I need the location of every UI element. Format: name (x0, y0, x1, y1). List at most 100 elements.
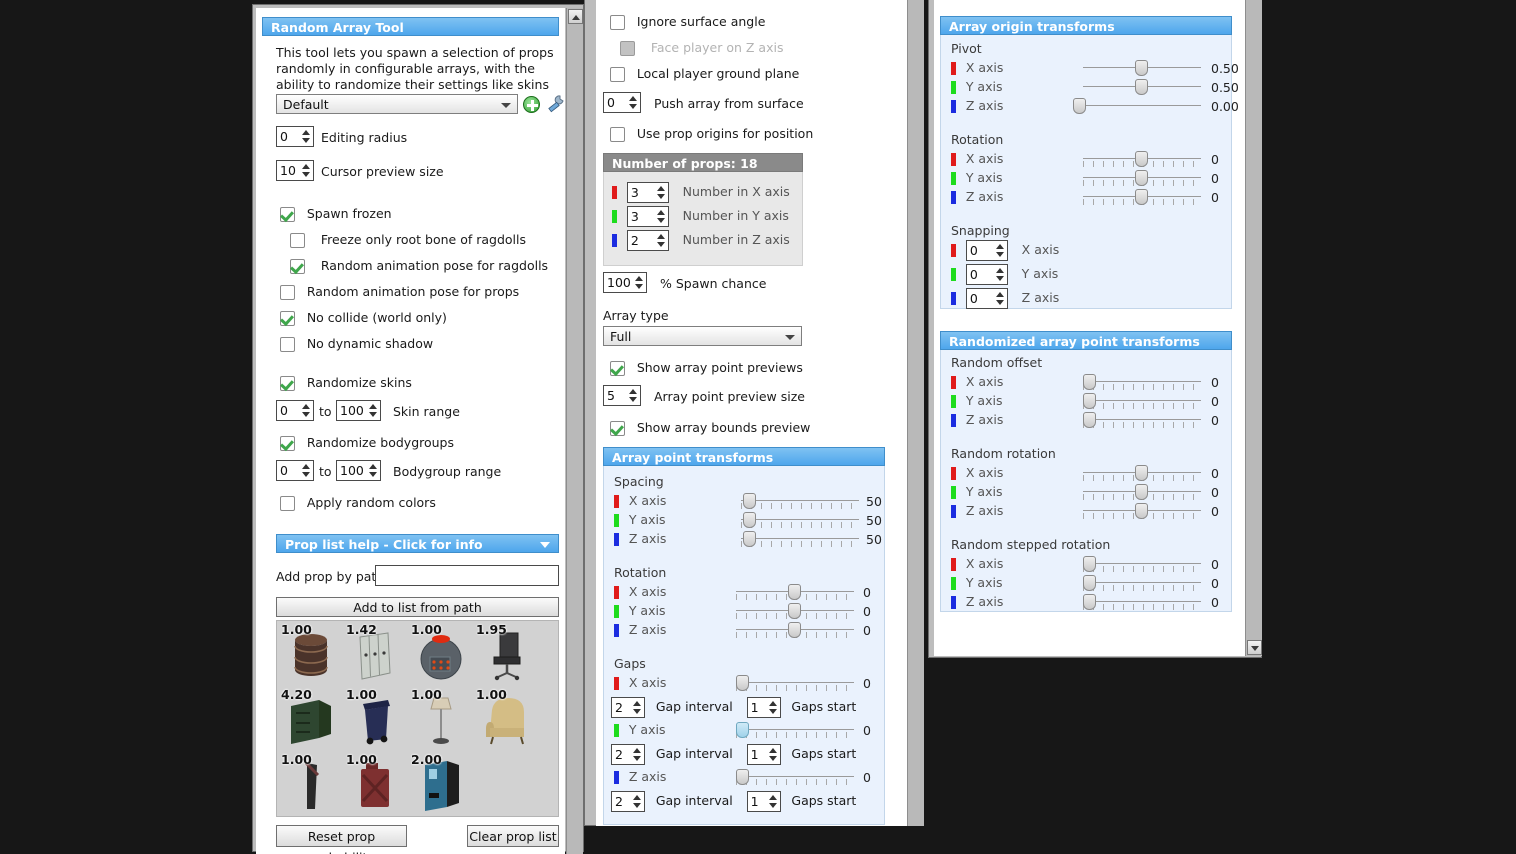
checkbox-local-player-ground-plane[interactable]: Local player ground plane (610, 66, 799, 82)
prop-item-8[interactable]: 1.00 (279, 752, 341, 815)
snapping-z-stepper[interactable]: 0 (965, 288, 1008, 309)
gaps-z-start-stepper[interactable]: 1 (746, 791, 781, 812)
prop-item-4[interactable]: 4.20 (279, 687, 341, 750)
slider-knob[interactable] (1134, 503, 1148, 519)
scroll-down-button[interactable] (1247, 640, 1262, 655)
clear-prop-list-button[interactable]: Clear prop list (467, 825, 559, 847)
stepper-down-icon[interactable] (302, 472, 310, 477)
stepper-up-icon[interactable] (302, 404, 310, 409)
stepper-down-icon[interactable] (633, 709, 641, 714)
slider-knob[interactable] (1073, 98, 1086, 114)
bodygroup-range-to[interactable]: 100 (336, 460, 381, 481)
stepper-down-icon[interactable] (768, 803, 777, 808)
checkbox-freeze-root-bone[interactable]: Freeze only root bone of ragdolls (290, 232, 526, 248)
slider-knob[interactable] (787, 622, 801, 638)
slider-knob[interactable] (1134, 189, 1148, 205)
stepper-up-icon[interactable] (302, 464, 310, 469)
reset-prop-probability-button[interactable]: Reset prop probability (276, 825, 407, 854)
slider-knob[interactable] (1083, 594, 1096, 610)
checkbox-box[interactable] (290, 259, 305, 274)
slider-knob[interactable] (1083, 374, 1096, 390)
prop-item-3[interactable]: 1.95 (474, 622, 536, 685)
stepper-down-icon[interactable] (995, 252, 1004, 257)
spacing-y-slider[interactable] (741, 512, 859, 530)
stepper-down-icon[interactable] (302, 412, 310, 417)
prop-item-5[interactable]: 1.00 (344, 687, 406, 750)
stepper-down-icon[interactable] (633, 803, 641, 808)
random-rotation-z-slider[interactable] (1083, 503, 1201, 521)
number-z-stepper[interactable]: 2 (626, 230, 669, 251)
prop-item-0[interactable]: 1.00 (279, 622, 341, 685)
checkbox-box[interactable] (290, 233, 305, 248)
slider-knob[interactable] (1134, 151, 1148, 167)
checkbox-box[interactable] (280, 207, 295, 222)
spacing-x-slider[interactable] (741, 493, 859, 511)
snapping-y-stepper[interactable]: 0 (965, 264, 1008, 285)
prop-item-2[interactable]: 1.00 (409, 622, 471, 685)
number-y-stepper[interactable]: 3 (626, 206, 669, 227)
edit-preset-icon[interactable] (546, 94, 565, 114)
stepper-up-icon[interactable] (369, 464, 377, 469)
stepper-up-icon[interactable] (995, 244, 1004, 249)
slider-knob[interactable] (743, 493, 757, 509)
slider-knob[interactable] (787, 603, 801, 619)
random-stepped-z-slider[interactable] (1083, 594, 1201, 612)
stepper-up-icon[interactable] (995, 268, 1004, 273)
checkbox-show-bounds-preview[interactable]: Show array bounds preview (610, 420, 810, 436)
push-array-stepper[interactable]: 0 (603, 92, 641, 113)
stepper-up-icon[interactable] (369, 404, 377, 409)
slider-knob[interactable] (1134, 170, 1148, 186)
gaps-y-start-stepper[interactable]: 1 (746, 744, 781, 765)
stepper-up-icon[interactable] (302, 130, 310, 135)
stepper-up-icon[interactable] (629, 96, 637, 101)
skin-range-to[interactable]: 100 (336, 400, 381, 421)
gaps-z-interval-stepper[interactable]: 2 (611, 791, 645, 812)
middle-panel-scrollbar[interactable] (907, 0, 924, 826)
gaps-y-interval-stepper[interactable]: 2 (611, 744, 645, 765)
stepper-down-icon[interactable] (302, 138, 310, 143)
checkbox-box[interactable] (280, 337, 295, 352)
random-offset-z-slider[interactable] (1083, 412, 1201, 430)
prop-list-help-header[interactable]: Prop list help - Click for info (276, 534, 559, 553)
gaps-x-interval-stepper[interactable]: 2 (611, 697, 645, 718)
gaps-x-slider[interactable] (736, 675, 854, 693)
stepper-up-icon[interactable] (633, 748, 641, 753)
origin-rotation-y-slider[interactable] (1083, 170, 1201, 188)
stepper-up-icon[interactable] (656, 186, 665, 191)
scroll-up-button[interactable] (568, 9, 583, 24)
prop-grid[interactable]: 1.00 1.42 1.00 1.95 4.20 1.00 1.00 1.00 … (276, 620, 559, 817)
slider-knob[interactable] (1083, 556, 1096, 572)
random-stepped-y-slider[interactable] (1083, 575, 1201, 593)
origin-rotation-x-slider[interactable] (1083, 151, 1201, 169)
stepper-down-icon[interactable] (635, 284, 643, 289)
stepper-down-icon[interactable] (302, 172, 310, 177)
gaps-z-slider[interactable] (736, 769, 854, 787)
checkbox-box[interactable] (280, 285, 295, 300)
slider-knob[interactable] (1083, 393, 1096, 409)
prop-item-1[interactable]: 1.42 (344, 622, 406, 685)
stepper-down-icon[interactable] (768, 709, 777, 714)
stepper-down-icon[interactable] (369, 412, 377, 417)
slider-knob[interactable] (736, 675, 749, 691)
checkbox-ignore-surface-angle[interactable]: Ignore surface angle (610, 14, 765, 30)
stepper-down-icon[interactable] (369, 472, 377, 477)
stepper-down-icon[interactable] (995, 300, 1004, 305)
checkbox-random-anim-ragdolls[interactable]: Random animation pose for ragdolls (290, 258, 548, 274)
stepper-down-icon[interactable] (995, 276, 1004, 281)
checkbox-box[interactable] (610, 67, 625, 82)
stepper-up-icon[interactable] (656, 234, 665, 239)
random-stepped-x-slider[interactable] (1083, 556, 1201, 574)
stepper-up-icon[interactable] (768, 748, 777, 753)
left-panel-scrollbar[interactable] (566, 8, 583, 854)
random-offset-x-slider[interactable] (1083, 374, 1201, 392)
stepper-up-icon[interactable] (768, 701, 777, 706)
snapping-x-stepper[interactable]: 0 (965, 240, 1008, 261)
add-prop-by-path-input[interactable] (375, 565, 559, 586)
stepper-up-icon[interactable] (995, 292, 1004, 297)
slider-knob[interactable] (736, 769, 749, 785)
checkbox-box[interactable] (610, 127, 625, 142)
checkbox-random-anim-props[interactable]: Random animation pose for props (280, 284, 519, 300)
random-rotation-x-slider[interactable] (1083, 465, 1201, 483)
checkbox-no-dynamic-shadow[interactable]: No dynamic shadow (280, 336, 433, 352)
checkbox-use-prop-origins[interactable]: Use prop origins for position (610, 126, 813, 142)
